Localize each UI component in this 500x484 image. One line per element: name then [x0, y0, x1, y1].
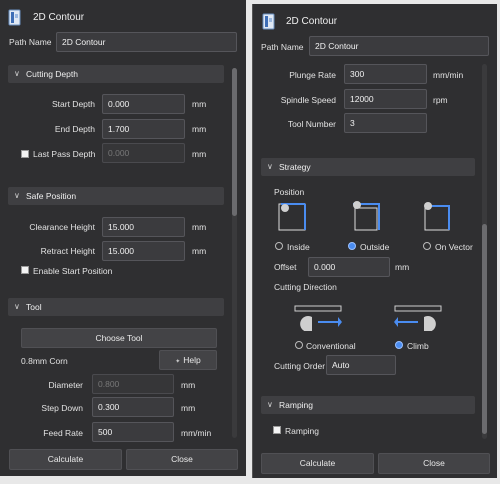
- right-scrollbar-thumb[interactable]: [482, 224, 487, 434]
- app-icon: [262, 13, 275, 30]
- retract-height-unit: mm: [192, 246, 207, 256]
- position-label: Position: [274, 187, 305, 197]
- ramping-label: Ramping: [285, 426, 320, 436]
- step-down-field[interactable]: 0.300: [92, 397, 174, 417]
- tool-number-label: Tool Number: [287, 119, 336, 129]
- climb-radio[interactable]: [395, 341, 403, 349]
- ramping-header[interactable]: ∨ Ramping: [261, 396, 475, 414]
- enable-start-label: Enable Start Position: [33, 266, 113, 276]
- on-vector-label: On Vector: [435, 242, 473, 252]
- clearance-height-label: Clearance Height: [29, 222, 95, 232]
- feed-rate-label: Feed Rate: [43, 428, 83, 438]
- app-icon: [8, 9, 21, 26]
- diameter-label: Diameter: [48, 380, 83, 390]
- help-icon: ✦: [175, 359, 181, 365]
- plunge-rate-unit: mm/min: [433, 70, 464, 80]
- offset-field[interactable]: 0.000: [308, 257, 390, 277]
- conventional-direction-icon[interactable]: [294, 305, 342, 331]
- cutting-order-select[interactable]: Auto: [326, 355, 396, 375]
- close-button[interactable]: Close: [378, 453, 490, 474]
- window-title: 2D Contour: [33, 12, 85, 23]
- close-button[interactable]: Close: [126, 449, 238, 470]
- step-down-unit: mm: [181, 403, 196, 413]
- strategy-header[interactable]: ∨ Strategy: [261, 158, 475, 176]
- start-depth-field[interactable]: 0.000: [102, 94, 185, 114]
- start-depth-label: Start Depth: [52, 99, 95, 109]
- retract-height-field[interactable]: 15.000: [102, 241, 185, 261]
- help-label: Help: [183, 355, 201, 365]
- plunge-rate-label: Plunge Rate: [289, 70, 336, 80]
- path-name-field[interactable]: 2D Contour: [309, 36, 489, 56]
- retract-height-label: Retract Height: [40, 246, 95, 256]
- spindle-speed-label: Spindle Speed: [280, 95, 336, 105]
- feed-rate-unit: mm/min: [181, 428, 212, 438]
- choose-tool-button[interactable]: Choose Tool: [21, 328, 217, 348]
- path-name-label: Path Name: [261, 42, 304, 52]
- tool-name: 0.8mm Corn: [21, 356, 68, 366]
- chevron-down-icon: ∨: [267, 162, 273, 171]
- offset-unit: mm: [395, 262, 410, 272]
- left-scrollbar[interactable]: [232, 68, 237, 438]
- left-panel: 2D Contour Path Name 2D Contour ∨ Cuttin…: [0, 0, 246, 476]
- chevron-down-icon: ∨: [14, 191, 20, 200]
- tool-header[interactable]: ∨ Tool: [8, 298, 224, 316]
- enable-start-checkbox[interactable]: [21, 266, 29, 274]
- last-pass-unit: mm: [192, 149, 207, 159]
- chevron-down-icon: ∨: [267, 400, 273, 409]
- path-name-field[interactable]: 2D Contour: [56, 32, 237, 52]
- cutting-depth-header[interactable]: ∨ Cutting Depth: [8, 65, 224, 83]
- on-vector-position-icon[interactable]: [420, 200, 454, 234]
- right-scrollbar[interactable]: [482, 64, 487, 439]
- help-button[interactable]: ✦ Help: [159, 350, 217, 370]
- calculate-button[interactable]: Calculate: [9, 449, 122, 470]
- chevron-down-icon: ∨: [14, 302, 20, 311]
- inside-label: Inside: [287, 242, 310, 252]
- tool-title: Tool: [26, 302, 42, 312]
- cutting-direction-label: Cutting Direction: [274, 282, 337, 292]
- ramping-title: Ramping: [279, 400, 314, 410]
- outside-position-icon[interactable]: [349, 200, 383, 234]
- offset-label: Offset: [274, 262, 297, 272]
- diameter-unit: mm: [181, 380, 196, 390]
- left-scrollbar-thumb[interactable]: [232, 68, 237, 216]
- conventional-radio[interactable]: [295, 341, 303, 349]
- cutting-order-label: Cutting Order: [274, 361, 326, 371]
- plunge-rate-field[interactable]: 300: [344, 64, 427, 84]
- last-pass-checkbox[interactable]: [21, 150, 29, 158]
- outside-radio[interactable]: [348, 242, 356, 250]
- last-pass-field[interactable]: 0.000: [102, 143, 185, 163]
- start-depth-unit: mm: [192, 99, 207, 109]
- inside-radio[interactable]: [275, 242, 283, 250]
- chevron-down-icon: ∨: [14, 69, 20, 78]
- path-name-label: Path Name: [9, 37, 52, 47]
- last-pass-label: Last Pass Depth: [33, 149, 96, 159]
- tool-number-field[interactable]: 3: [344, 113, 427, 133]
- clearance-height-unit: mm: [192, 222, 207, 232]
- climb-direction-icon[interactable]: [394, 305, 442, 331]
- safe-position-title: Safe Position: [26, 191, 77, 201]
- cutting-depth-title: Cutting Depth: [26, 69, 78, 79]
- spindle-speed-field[interactable]: 12000: [344, 89, 427, 109]
- end-depth-unit: mm: [192, 124, 207, 134]
- spindle-speed-unit: rpm: [433, 95, 448, 105]
- ramping-checkbox[interactable]: [273, 426, 281, 434]
- strategy-title: Strategy: [279, 162, 311, 172]
- step-down-label: Step Down: [41, 403, 83, 413]
- end-depth-field[interactable]: 1.700: [102, 119, 185, 139]
- inside-position-icon[interactable]: [276, 200, 310, 234]
- diameter-field[interactable]: 0.800: [92, 374, 174, 394]
- safe-position-header[interactable]: ∨ Safe Position: [8, 187, 224, 205]
- conventional-label: Conventional: [306, 341, 356, 351]
- window-title: 2D Contour: [286, 16, 338, 27]
- outside-label: Outside: [360, 242, 390, 252]
- end-depth-label: End Depth: [54, 124, 95, 134]
- feed-rate-field[interactable]: 500: [92, 422, 174, 442]
- clearance-height-field[interactable]: 15.000: [102, 217, 185, 237]
- on-vector-radio[interactable]: [423, 242, 431, 250]
- right-panel: 2D Contour Path Name 2D Contour Plunge R…: [252, 4, 497, 478]
- climb-label: Climb: [407, 341, 429, 351]
- calculate-button[interactable]: Calculate: [261, 453, 374, 474]
